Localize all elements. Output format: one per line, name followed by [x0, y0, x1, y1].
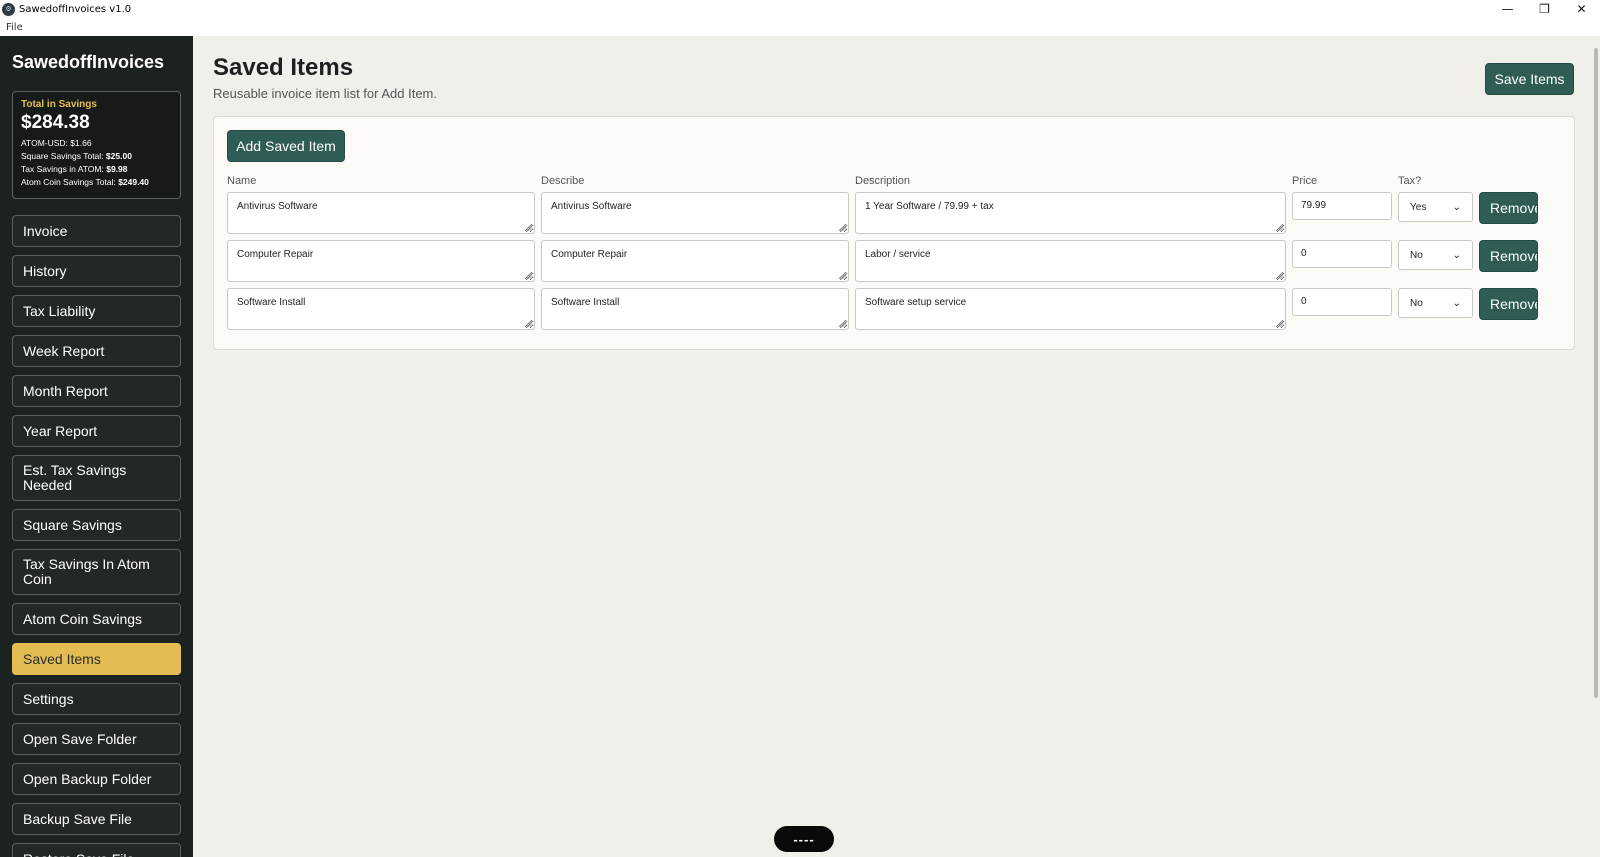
sidebar-item-settings[interactable]: Settings: [12, 683, 181, 715]
sidebar-item-week-report[interactable]: Week Report: [12, 335, 181, 367]
tax-atom-value: $9.98: [106, 164, 128, 174]
column-header-tax: Tax?: [1398, 175, 1422, 187]
tax-select-value: No: [1410, 249, 1423, 261]
name-field[interactable]: Software Install: [227, 288, 535, 330]
tax-select-value: No: [1410, 297, 1423, 309]
sidebar-item-open-backup-folder[interactable]: Open Backup Folder: [12, 763, 181, 795]
savings-total: $284.38: [21, 112, 90, 133]
saved-item-row: Antivirus Software Antivirus Software 1 …: [214, 192, 1574, 234]
tax-select[interactable]: No ⌄: [1398, 240, 1473, 270]
chevron-down-icon: ⌄: [1452, 201, 1461, 213]
sidebar-item-open-save-folder[interactable]: Open Save Folder: [12, 723, 181, 755]
description-field[interactable]: 1 Year Software / 79.99 + tax: [855, 192, 1286, 234]
remove-button[interactable]: Remove: [1479, 240, 1538, 272]
tax-select-value: Yes: [1410, 201, 1427, 213]
menu-bar: File: [0, 18, 1600, 36]
price-field[interactable]: 0: [1292, 288, 1392, 316]
bottom-handle-pill[interactable]: ----: [774, 826, 834, 852]
sidebar-item-invoice[interactable]: Invoice: [12, 215, 181, 247]
saved-item-row: Computer Repair Computer Repair Labor / …: [214, 240, 1574, 282]
savings-card: Total in Savings $284.38 ATOM-USD: $1.66…: [12, 91, 181, 199]
describe-field[interactable]: Software Install: [541, 288, 849, 330]
sidebar-item-tax-savings-atom[interactable]: Tax Savings In Atom Coin: [12, 549, 181, 595]
square-savings-value: $25.00: [105, 151, 132, 161]
sidebar-item-backup-save-file[interactable]: Backup Save File: [12, 803, 181, 835]
savings-label: Total in Savings: [21, 99, 97, 110]
window-title: SawedoffInvoices v1.0: [19, 3, 132, 15]
page-title: Saved Items: [213, 54, 354, 81]
sidebar-item-tax-liability[interactable]: Tax Liability: [12, 295, 181, 327]
saved-item-row: Software Install Software Install Softwa…: [214, 288, 1574, 330]
name-field[interactable]: Antivirus Software: [227, 192, 535, 234]
minimize-icon[interactable]: —: [1489, 0, 1526, 18]
sidebar-nav: Invoice History Tax Liability Week Repor…: [12, 215, 181, 857]
sidebar-item-year-report[interactable]: Year Report: [12, 415, 181, 447]
tax-select[interactable]: No ⌄: [1398, 288, 1473, 318]
chevron-down-icon: ⌄: [1452, 297, 1461, 309]
price-field[interactable]: 79.99: [1292, 192, 1392, 220]
description-field[interactable]: Labor / service: [855, 240, 1286, 282]
name-field[interactable]: Computer Repair: [227, 240, 535, 282]
sidebar: SawedoffInvoices Total in Savings $284.3…: [0, 36, 193, 857]
describe-field[interactable]: Antivirus Software: [541, 192, 849, 234]
tax-atom-line: Tax Savings in ATOM: $9.98: [21, 163, 172, 176]
app-icon: ⚙: [2, 2, 15, 16]
atom-coin-value: $249.40: [118, 177, 149, 187]
maximize-icon[interactable]: ❐: [1526, 0, 1563, 18]
tax-select[interactable]: Yes ⌄: [1398, 192, 1473, 222]
column-header-description: Description: [855, 175, 911, 187]
sidebar-item-history[interactable]: History: [12, 255, 181, 287]
column-header-name: Name: [227, 175, 257, 187]
sidebar-item-month-report[interactable]: Month Report: [12, 375, 181, 407]
saved-items-panel: Add Saved Item Name Describe Description…: [213, 116, 1575, 350]
tax-atom-label: Tax Savings in ATOM:: [21, 164, 104, 174]
describe-field[interactable]: Computer Repair: [541, 240, 849, 282]
atom-coin-label: Atom Coin Savings Total:: [21, 177, 116, 187]
page-subtitle: Reusable invoice item list for Add Item.: [213, 86, 437, 101]
main-content: Saved Items Reusable invoice item list f…: [193, 36, 1600, 857]
chevron-down-icon: ⌄: [1452, 249, 1461, 261]
price-field[interactable]: 0: [1292, 240, 1392, 268]
square-savings-line: Square Savings Total: $25.00: [21, 150, 172, 163]
sidebar-item-restore-save-file[interactable]: Restore Save File: [12, 843, 181, 857]
column-header-describe: Describe: [541, 175, 585, 187]
menu-file[interactable]: File: [6, 22, 23, 33]
title-bar: ⚙ SawedoffInvoices v1.0 — ❐ ✕: [0, 0, 1600, 18]
sidebar-item-square-savings[interactable]: Square Savings: [12, 509, 181, 541]
atom-coin-line: Atom Coin Savings Total: $249.40: [21, 176, 172, 189]
sidebar-item-saved-items[interactable]: Saved Items: [12, 643, 181, 675]
remove-button[interactable]: Remove: [1479, 192, 1538, 224]
main-scrollbar[interactable]: [1592, 36, 1600, 857]
close-icon[interactable]: ✕: [1563, 0, 1600, 18]
add-saved-item-button[interactable]: Add Saved Item: [227, 130, 345, 162]
atom-usd-rate: ATOM-USD: $1.66: [21, 138, 92, 148]
scrollbar-thumb[interactable]: [1594, 48, 1598, 698]
description-field[interactable]: Software setup service: [855, 288, 1286, 330]
column-header-price: Price: [1292, 175, 1318, 187]
sidebar-item-atom-coin-savings[interactable]: Atom Coin Savings: [12, 603, 181, 635]
square-savings-label: Square Savings Total:: [21, 151, 104, 161]
remove-button[interactable]: Remove: [1479, 288, 1538, 320]
sidebar-item-est-tax-savings[interactable]: Est. Tax Savings Needed: [12, 455, 181, 501]
brand-title: SawedoffInvoices: [12, 52, 165, 72]
save-items-button[interactable]: Save Items: [1485, 63, 1574, 95]
